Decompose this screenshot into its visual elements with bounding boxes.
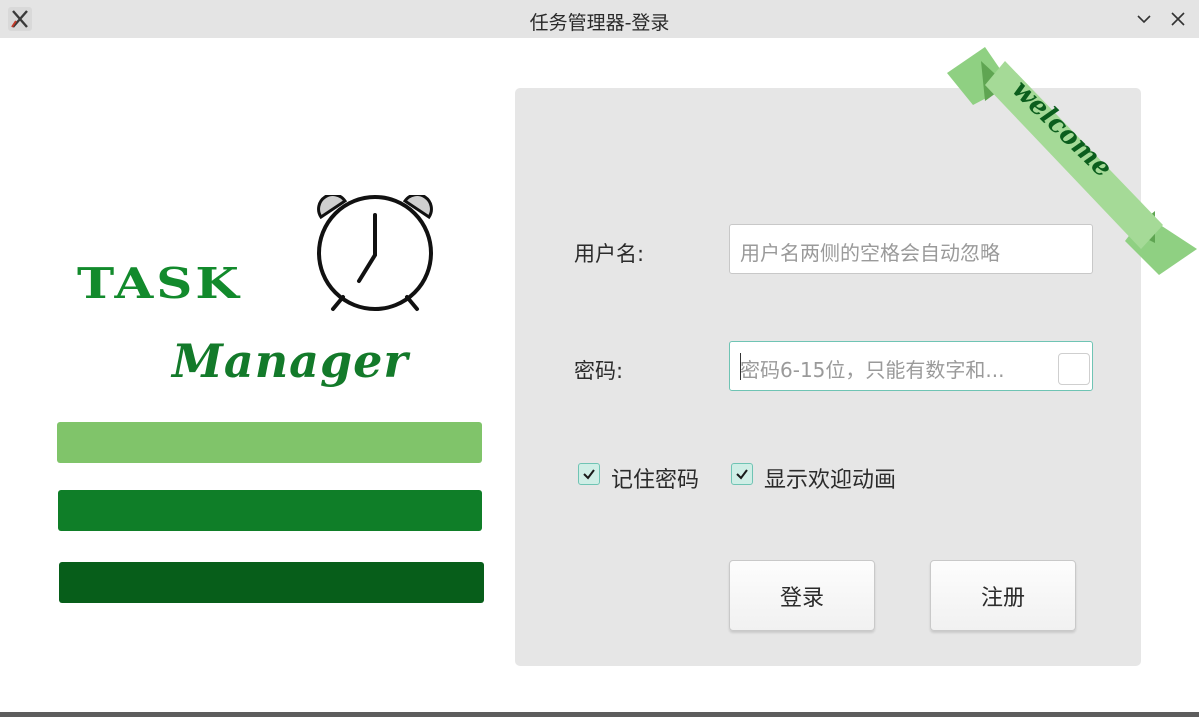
ribbon-text: welcome — [1006, 74, 1117, 183]
checkmark-icon — [736, 469, 748, 480]
username-input[interactable]: 用户名两侧的空格会自动忽略 — [729, 224, 1093, 274]
login-button[interactable]: 登录 — [729, 560, 875, 631]
minimize-button[interactable] — [1131, 6, 1157, 32]
show-welcome-animation-label[interactable]: 显示欢迎动画 — [764, 462, 896, 494]
text-caret — [740, 353, 741, 380]
login-window: 任务管理器-登录 TASK Manager welcome 用户名: 用户名两侧… — [0, 0, 1199, 717]
alarm-clock-icon — [317, 195, 433, 311]
window-title: 任务管理器-登录 — [529, 12, 670, 34]
password-placeholder: 密码6-15位，只能有数字和... — [740, 358, 1005, 382]
username-placeholder: 用户名两侧的空格会自动忽略 — [740, 241, 1000, 265]
username-label: 用户名: — [574, 242, 645, 266]
decor-bar-dark — [59, 562, 484, 603]
register-button[interactable]: 注册 — [930, 560, 1076, 631]
window-bottom-edge — [0, 712, 1199, 717]
decor-bar-mid — [58, 490, 482, 531]
remember-password-label[interactable]: 记住密码 — [611, 462, 699, 494]
decor-bar-light — [57, 422, 482, 463]
show-password-toggle[interactable] — [1058, 353, 1090, 385]
logo-task-text: TASK — [77, 258, 242, 309]
password-input[interactable]: 密码6-15位，只能有数字和... — [729, 341, 1093, 391]
close-icon — [1171, 12, 1185, 26]
password-label: 密码: — [574, 359, 624, 383]
remember-password-checkbox[interactable] — [578, 463, 600, 485]
logo-manager-text: Manager — [172, 334, 409, 388]
chevron-down-icon — [1137, 15, 1151, 24]
checkmark-icon — [583, 469, 595, 480]
show-welcome-animation-checkbox[interactable] — [731, 463, 753, 485]
close-button[interactable] — [1165, 6, 1191, 32]
title-bar: 任务管理器-登录 — [0, 0, 1199, 38]
